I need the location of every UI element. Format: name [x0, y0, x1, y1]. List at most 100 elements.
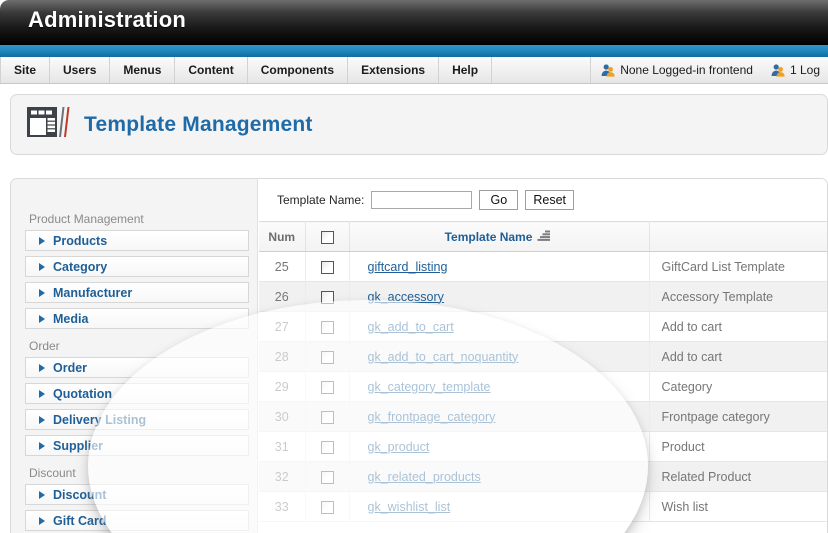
template-link[interactable]: gk_related_products — [368, 470, 481, 484]
go-button[interactable]: Go — [479, 190, 519, 210]
row-template-name-cell: gk_wishlist_list — [349, 491, 650, 522]
menu-item-menus[interactable]: Menus — [110, 57, 176, 83]
sidebar-item-label: Delivery Listing — [53, 412, 147, 427]
page-title: Template Management — [84, 112, 313, 136]
row-checkbox[interactable] — [320, 410, 334, 424]
select-all-checkbox[interactable] — [320, 230, 334, 244]
filter-bar: Template Name: Go Reset — [259, 179, 827, 221]
chevron-right-icon — [39, 288, 45, 297]
row-checkbox[interactable] — [320, 440, 334, 454]
sidebar-item-order[interactable]: Order — [25, 357, 249, 378]
table-row: 32 gk_related_products Related Product — [259, 461, 827, 492]
row-checkbox-cell[interactable] — [305, 401, 350, 432]
row-checkbox[interactable] — [320, 350, 334, 364]
row-template-name-cell: gk_frontpage_category — [349, 401, 650, 432]
status-1[interactable]: 1 Log — [761, 57, 828, 83]
row-checkbox[interactable] — [320, 320, 334, 334]
sidebar-item-products[interactable]: Products — [25, 230, 249, 251]
template-link[interactable]: giftcard_listing — [368, 260, 448, 274]
menu-item-site[interactable]: Site — [0, 57, 51, 83]
sidebar-item-supplier[interactable]: Supplier — [25, 435, 249, 456]
table-row: 27 gk_add_to_cart Add to cart — [259, 311, 827, 342]
row-checkbox[interactable] — [320, 290, 334, 304]
chevron-right-icon — [39, 490, 45, 499]
menu-item-users[interactable]: Users — [50, 57, 111, 83]
status-0[interactable]: None Logged-in frontend — [591, 57, 761, 83]
row-checkbox[interactable] — [320, 380, 334, 394]
sidebar-item-delivery-listing[interactable]: Delivery Listing — [25, 409, 249, 430]
chevron-right-icon — [39, 363, 45, 372]
row-description: Frontpage category — [649, 401, 827, 432]
row-num: 32 — [259, 461, 306, 492]
row-num: 25 — [259, 251, 306, 282]
row-checkbox-cell[interactable] — [305, 251, 350, 282]
status-label: 1 Log — [789, 63, 820, 77]
row-template-name-cell: gk_add_to_cart_noquantity — [349, 341, 650, 372]
main-menubar: Site Users Menus Content Components Extension… — [0, 57, 828, 84]
chevron-right-icon — [39, 314, 45, 323]
sort-ascending-icon[interactable] — [537, 230, 552, 244]
header-num[interactable]: Num — [259, 221, 306, 252]
row-description: Category — [649, 371, 827, 402]
filter-label: Template Name: — [277, 193, 365, 207]
template-name-input[interactable] — [371, 191, 473, 209]
row-num: 29 — [259, 371, 306, 402]
chevron-right-icon — [39, 415, 45, 424]
sidebar-item-media[interactable]: Media — [25, 308, 249, 329]
row-description: Add to cart — [649, 311, 827, 342]
template-link[interactable]: gk_add_to_cart — [368, 320, 454, 334]
row-checkbox-cell[interactable] — [305, 431, 350, 462]
menubar-spacer — [492, 57, 592, 83]
menu-item-components[interactable]: Components — [248, 57, 349, 83]
sidebar-item-label: Media — [53, 311, 89, 326]
user-icon — [771, 63, 785, 77]
row-checkbox-cell[interactable] — [305, 491, 350, 522]
menu-item-extensions[interactable]: Extensions — [348, 57, 440, 83]
row-template-name-cell: gk_product — [349, 431, 650, 462]
row-num: 33 — [259, 491, 306, 522]
header-accent-bar — [0, 45, 828, 57]
template-link[interactable]: gk_product — [368, 440, 430, 454]
row-checkbox-cell[interactable] — [305, 311, 350, 342]
row-checkbox-cell[interactable] — [305, 281, 350, 312]
admin-page: Administration Site Users Menus Content Comp… — [0, 0, 828, 533]
header-select-all[interactable] — [305, 221, 350, 252]
reset-button[interactable]: Reset — [525, 190, 575, 210]
app-header: Administration — [0, 0, 828, 45]
sidebar-item-discount[interactable]: Discount — [25, 484, 249, 505]
row-checkbox-cell[interactable] — [305, 461, 350, 492]
template-link[interactable]: gk_category_template — [368, 380, 491, 394]
row-checkbox-cell[interactable] — [305, 371, 350, 402]
sidebar-item-label: Manufacturer — [53, 285, 133, 300]
sidebar-item-gift-card[interactable]: Gift Card — [25, 510, 249, 531]
table-row: 33 gk_wishlist_list Wish list — [259, 491, 827, 522]
row-checkbox[interactable] — [320, 500, 334, 514]
row-template-name-cell: gk_add_to_cart — [349, 311, 650, 342]
row-checkbox[interactable] — [320, 470, 334, 484]
sidebar-item-quotation[interactable]: Quotation — [25, 383, 249, 404]
chevron-right-icon — [39, 516, 45, 525]
header-template-name-label: Template Name — [444, 229, 533, 244]
sidebar-item-label: Category — [53, 259, 108, 274]
template-link[interactable]: gk_wishlist_list — [368, 500, 451, 514]
template-link[interactable]: gk_frontpage_category — [368, 410, 496, 424]
row-template-name-cell: gk_accessory — [349, 281, 650, 312]
sidebar-item-category[interactable]: Category — [25, 256, 249, 277]
row-checkbox-cell[interactable] — [305, 341, 350, 372]
template-link[interactable]: gk_accessory — [368, 290, 444, 304]
page-title-panel: Template Management — [10, 94, 828, 155]
header-template-name[interactable]: Template Name — [349, 221, 650, 252]
table-row: 29 gk_category_template Category — [259, 371, 827, 402]
menu-item-help[interactable]: Help — [439, 57, 493, 83]
sidebar-item-manufacturer[interactable]: Manufacturer — [25, 282, 249, 303]
menu-item-content[interactable]: Content — [175, 57, 248, 83]
chevron-right-icon — [39, 262, 45, 271]
chevron-right-icon — [39, 441, 45, 450]
chevron-right-icon — [39, 389, 45, 398]
row-num: 26 — [259, 281, 306, 312]
row-description: GiftCard List Template — [649, 251, 827, 282]
template-link[interactable]: gk_add_to_cart_noquantity — [368, 350, 519, 364]
sidebar-group-title: Order — [29, 339, 60, 353]
content-area: Template Name: Go Reset Num Template Nam… — [259, 179, 827, 533]
row-checkbox[interactable] — [320, 260, 334, 274]
